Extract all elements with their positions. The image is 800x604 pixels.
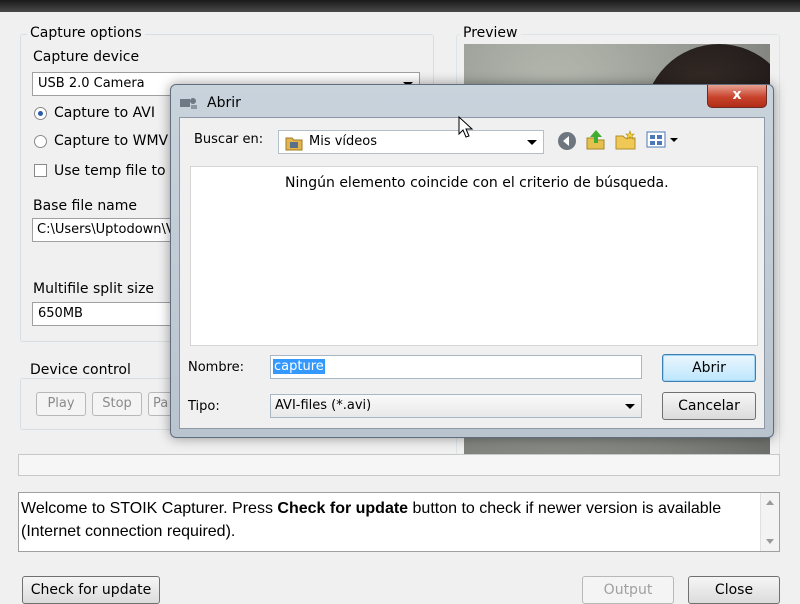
split-size-label: Multifile split size	[33, 281, 155, 297]
file-type-select[interactable]: AVI-files (*.avi)	[270, 394, 642, 418]
file-name-field[interactable]: capture	[270, 355, 642, 379]
dialog-body: Buscar en: Mis vídeos Ningún elemento co…	[179, 117, 765, 429]
chevron-down-icon	[625, 404, 635, 409]
up-folder-icon[interactable]	[584, 128, 608, 152]
look-in-select[interactable]: Mis vídeos	[278, 130, 544, 154]
file-list[interactable]: Ningún elemento coincide con el criterio…	[190, 166, 758, 346]
file-name-value: capture	[273, 359, 325, 374]
mouse-cursor-icon	[458, 116, 474, 138]
close-icon: x	[732, 87, 742, 103]
open-button[interactable]: Abrir	[662, 354, 756, 382]
log-line1-bold: Check for update	[277, 500, 409, 517]
window-titlebar	[0, 0, 800, 12]
log-area: Welcome to STOIK Capturer. Press Check f…	[18, 492, 780, 552]
cancel-button[interactable]: Cancelar	[662, 392, 756, 420]
view-menu-icon[interactable]	[646, 130, 682, 150]
capture-device-label: Capture device	[33, 49, 140, 65]
empty-message: Ningún elemento coincide con el criterio…	[285, 175, 669, 191]
capture-wmv-label[interactable]: Capture to WMV	[54, 133, 168, 149]
file-type-value: AVI-files (*.avi)	[275, 398, 372, 413]
capture-device-value: USB 2.0 Camera	[38, 76, 145, 91]
file-name-label: Nombre:	[188, 360, 245, 375]
progress-bar	[18, 454, 780, 476]
dialog-app-icon	[180, 98, 197, 109]
preview-label: Preview	[460, 25, 521, 41]
log-scrollbar[interactable]	[760, 493, 779, 551]
temp-file-checkbox[interactable]	[34, 164, 47, 177]
new-folder-icon[interactable]	[614, 130, 638, 152]
log-text: Welcome to STOIK Capturer. Press Check f…	[21, 497, 757, 543]
split-size-value: 650MB	[38, 306, 83, 321]
split-size-select[interactable]: 650MB	[32, 302, 192, 326]
base-file-name-value: C:\Users\Uptodown\V	[37, 222, 175, 237]
look-in-value: Mis vídeos	[309, 134, 378, 149]
capture-wmv-radio[interactable]	[34, 135, 47, 148]
device-control-label: Device control	[27, 362, 134, 378]
back-icon[interactable]	[556, 130, 578, 152]
chevron-down-icon	[527, 140, 537, 145]
file-type-label: Tipo:	[188, 399, 220, 414]
base-file-name-field[interactable]: C:\Users\Uptodown\V	[32, 218, 192, 242]
look-in-label: Buscar en:	[194, 132, 264, 147]
scroll-arrows-icon	[766, 500, 774, 544]
capture-avi-radio[interactable]	[34, 107, 47, 120]
folder-video-icon	[285, 137, 303, 151]
dialog-close-button[interactable]: x	[707, 85, 767, 108]
log-line1-pre: Welcome to STOIK Capturer. Press	[21, 500, 278, 517]
log-line2: (Internet connection required).	[21, 523, 236, 540]
capture-avi-label[interactable]: Capture to AVI	[54, 105, 155, 121]
capture-options-label: Capture options	[27, 25, 145, 41]
log-line1-post: button to check if newer version is avai…	[408, 500, 722, 517]
base-file-name-label: Base file name	[33, 198, 138, 214]
dialog-title: Abrir	[207, 95, 241, 111]
play-button[interactable]: Play	[36, 392, 86, 416]
stop-button[interactable]: Stop	[92, 392, 142, 416]
